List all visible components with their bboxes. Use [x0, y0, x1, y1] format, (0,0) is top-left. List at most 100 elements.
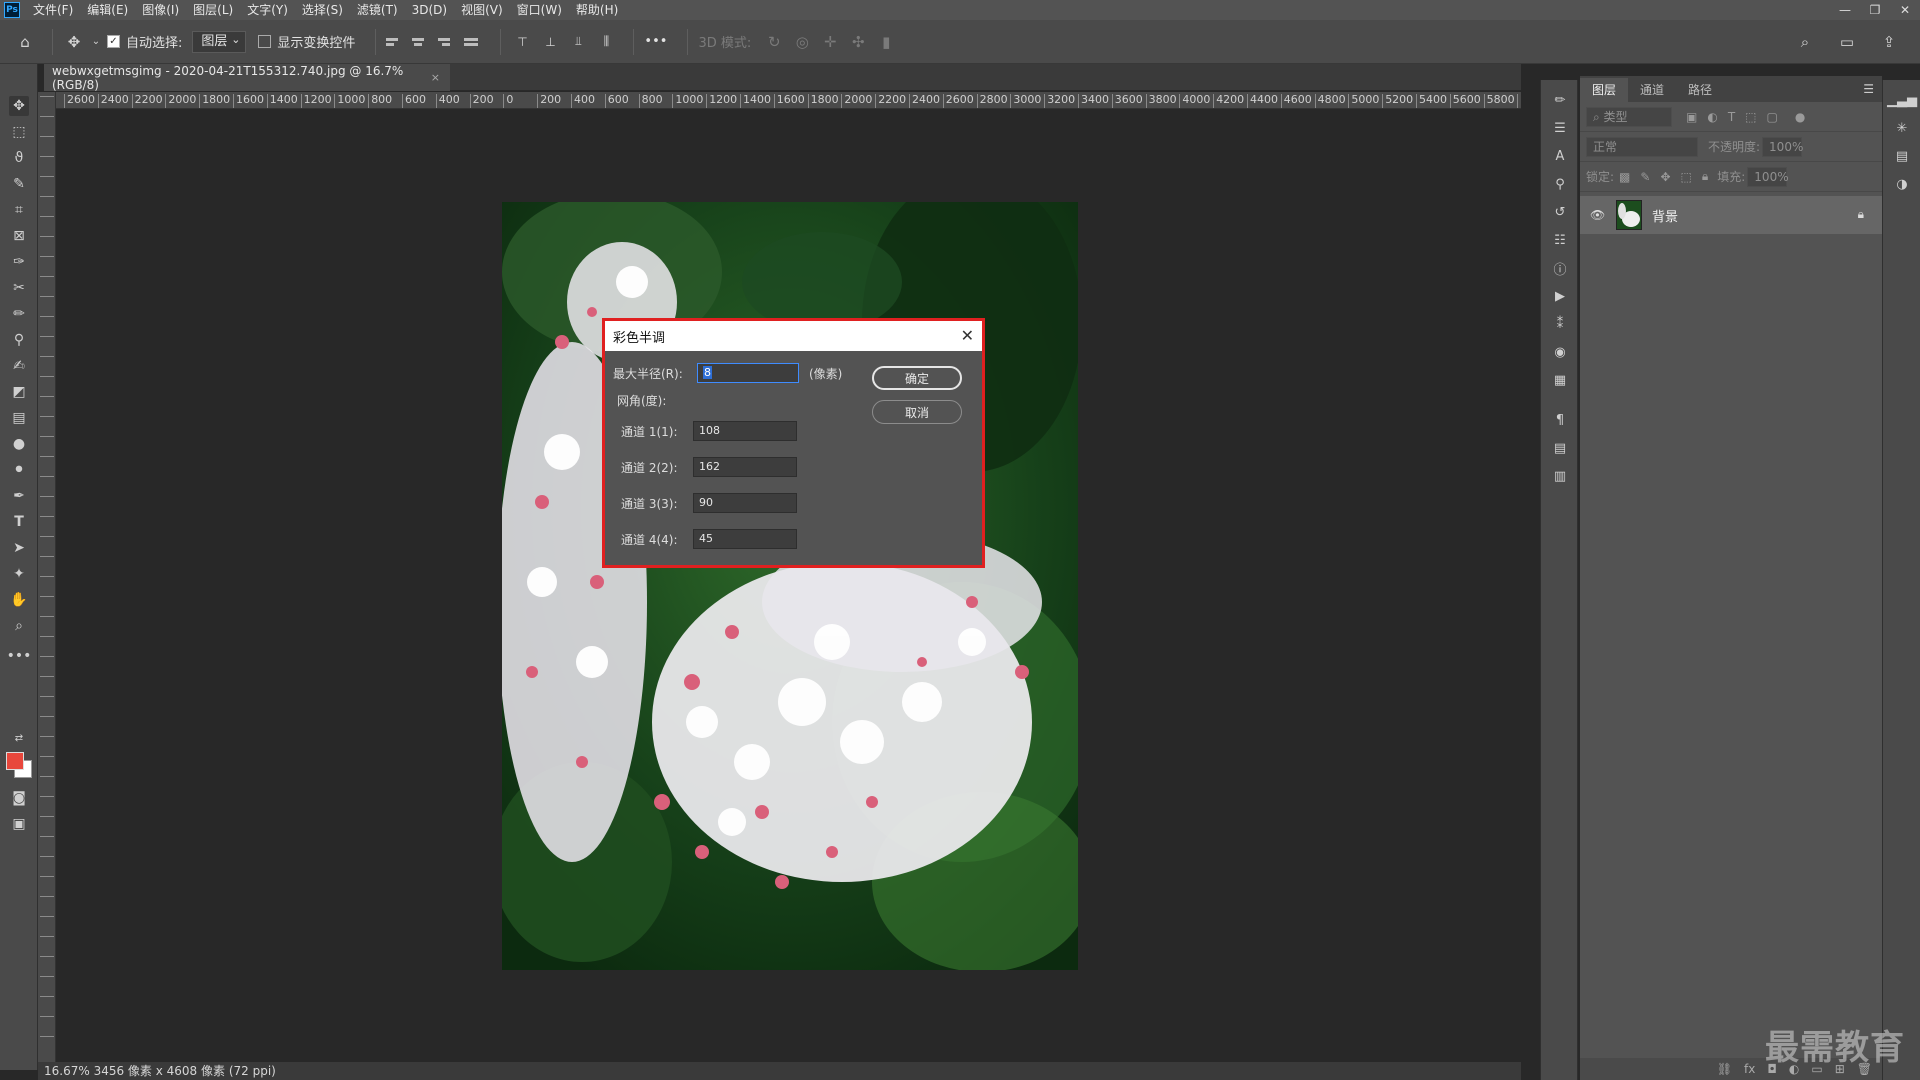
zoom-tool-icon[interactable]: ⌕: [9, 616, 29, 636]
menu-select[interactable]: 选择(S): [295, 0, 350, 20]
layer-style-icon[interactable]: fx: [1744, 1062, 1755, 1076]
lock-pixels-icon[interactable]: ✎: [1640, 170, 1650, 184]
brush-settings-icon[interactable]: ✏: [1550, 90, 1570, 110]
channel-4-input[interactable]: 45: [693, 529, 797, 549]
lock-position-icon[interactable]: ✥: [1660, 170, 1670, 184]
edit-toolbar-icon[interactable]: •••: [7, 646, 32, 666]
crop-tool-icon[interactable]: ⌗: [9, 200, 29, 220]
filter-toggle-icon[interactable]: ●: [1795, 110, 1805, 124]
more-options-button[interactable]: •••: [644, 34, 667, 49]
pen-tool-icon[interactable]: ✒: [9, 486, 29, 506]
restore-button[interactable]: ❐: [1860, 3, 1890, 17]
dodge-tool-icon[interactable]: ⚫: [9, 460, 29, 480]
menu-window[interactable]: 窗口(W): [510, 0, 569, 20]
eraser-tool-icon[interactable]: ◩: [9, 382, 29, 402]
color-icon[interactable]: ◑: [1892, 174, 1912, 194]
actions-icon[interactable]: ▶: [1550, 286, 1570, 306]
eyedropper-tool-icon[interactable]: ✑: [9, 252, 29, 272]
libraries-icon[interactable]: ☷: [1550, 230, 1570, 250]
close-tab-icon[interactable]: ×: [431, 71, 440, 84]
foreground-color-swatch[interactable]: [6, 752, 24, 770]
history-icon[interactable]: ↺: [1550, 202, 1570, 222]
align-top-icon[interactable]: ⊤: [511, 31, 533, 53]
tab-layers[interactable]: 图层: [1580, 78, 1629, 102]
auto-select-target-dropdown[interactable]: 图层: [192, 30, 247, 53]
notes-icon[interactable]: ▥: [1550, 466, 1570, 486]
panel-menu-icon[interactable]: ☰: [1863, 82, 1874, 96]
cancel-button[interactable]: 取消: [872, 400, 962, 424]
frame-tool-icon[interactable]: ⊠: [9, 226, 29, 246]
table-icon[interactable]: ▦: [1550, 370, 1570, 390]
screen-mode-icon[interactable]: ▣: [9, 814, 29, 834]
vertical-ruler[interactable]: [38, 92, 56, 1062]
layer-name[interactable]: 背景: [1652, 206, 1678, 225]
menu-help[interactable]: 帮助(H): [569, 0, 625, 20]
max-radius-input[interactable]: 8: [697, 363, 799, 383]
align-horizontal-center-icon[interactable]: [412, 35, 426, 49]
layer-kind-filter[interactable]: ⌕ 类型: [1586, 106, 1672, 127]
show-transform-controls-checkbox[interactable]: [258, 35, 272, 48]
fill-input[interactable]: 100%: [1747, 166, 1789, 187]
history-brush-tool-icon[interactable]: ✍: [9, 356, 29, 376]
menu-view[interactable]: 视图(V): [454, 0, 510, 20]
marquee-tool-icon[interactable]: ⬚: [9, 122, 29, 142]
filter-pixel-icon[interactable]: ▣: [1686, 110, 1697, 124]
close-window-button[interactable]: ✕: [1890, 3, 1920, 17]
info-icon[interactable]: ⓘ: [1550, 258, 1570, 278]
layer-row-background[interactable]: 👁︎ 背景 🔒︎: [1580, 196, 1882, 234]
healing-tool-icon[interactable]: ✂: [9, 278, 29, 298]
tab-channels[interactable]: 通道: [1628, 78, 1676, 102]
character-icon[interactable]: A: [1550, 146, 1570, 166]
distribute-vertical-icon[interactable]: [464, 35, 479, 49]
filter-type-icon[interactable]: T: [1728, 110, 1735, 124]
align-bottom-icon[interactable]: ⫫: [567, 31, 589, 53]
lasso-tool-icon[interactable]: ϑ: [9, 148, 29, 168]
menu-3d[interactable]: 3D(D): [405, 0, 454, 20]
3d-icon[interactable]: ◉: [1550, 342, 1570, 362]
canvas-area[interactable]: [57, 110, 1521, 1062]
ok-button[interactable]: 确定: [872, 366, 962, 390]
opacity-input[interactable]: 100%: [1762, 136, 1803, 157]
gradient-tool-icon[interactable]: ▤: [9, 408, 29, 428]
adjustments-icon[interactable]: ☰: [1550, 118, 1570, 138]
clone-stamp-tool-icon[interactable]: ⚲: [9, 330, 29, 350]
filter-smart-object-icon[interactable]: ▢: [1767, 110, 1778, 124]
search-icon[interactable]: ⌕: [1794, 31, 1816, 53]
minimize-button[interactable]: —: [1830, 3, 1860, 17]
lock-artboard-icon[interactable]: ⬚: [1681, 170, 1692, 184]
home-icon[interactable]: ⌂: [14, 31, 36, 53]
type-tool-icon[interactable]: T: [9, 512, 29, 532]
menu-file[interactable]: 文件(F): [26, 0, 80, 20]
shape-tool-icon[interactable]: ✦: [9, 564, 29, 584]
document-tab[interactable]: webwxgetmsgimg - 2020-04-21T155312.740.j…: [44, 64, 450, 92]
brush-tool-icon[interactable]: ✏: [9, 304, 29, 324]
styles-icon[interactable]: ▤: [1550, 438, 1570, 458]
menu-type[interactable]: 文字(Y): [240, 0, 295, 20]
move-tool-icon[interactable]: ✥: [63, 31, 85, 53]
blur-tool-icon[interactable]: ●: [9, 434, 29, 454]
paragraph-icon[interactable]: ¶: [1550, 410, 1570, 430]
tab-paths[interactable]: 路径: [1676, 78, 1724, 102]
filter-adjustment-icon[interactable]: ◐: [1707, 110, 1717, 124]
properties-icon[interactable]: ▤: [1892, 146, 1912, 166]
chevron-down-icon[interactable]: ⌄: [91, 31, 101, 53]
move-tool-icon[interactable]: ✥: [9, 96, 29, 116]
visibility-eye-icon[interactable]: 👁︎: [1590, 208, 1610, 222]
lock-transparency-icon[interactable]: ▩: [1619, 170, 1630, 184]
quick-select-tool-icon[interactable]: ✎: [9, 174, 29, 194]
path-selection-tool-icon[interactable]: ➤: [9, 538, 29, 558]
share-icon[interactable]: ⇪: [1878, 31, 1900, 53]
align-right-icon[interactable]: [438, 35, 452, 49]
horizontal-ruler[interactable]: 2600 2400 2200 2000 1800 1600 1400 1200 1000 800 6…: [56, 92, 1521, 109]
navigator-icon[interactable]: ✳: [1892, 118, 1912, 138]
menu-filter[interactable]: 滤镜(T): [350, 0, 405, 20]
menu-layer[interactable]: 图层(L): [186, 0, 240, 20]
lock-all-icon[interactable]: 🔒︎: [1702, 169, 1708, 184]
swap-colors-icon[interactable]: ⇄: [9, 728, 29, 748]
workspace-icon[interactable]: ▭: [1836, 31, 1858, 53]
auto-select-checkbox[interactable]: ✓: [107, 35, 120, 48]
channel-2-input[interactable]: 162: [693, 457, 797, 477]
menu-edit[interactable]: 编辑(E): [80, 0, 135, 20]
clone-source-icon[interactable]: ⚲: [1550, 174, 1570, 194]
distribute-horizontal-icon[interactable]: ⫼: [595, 31, 617, 53]
